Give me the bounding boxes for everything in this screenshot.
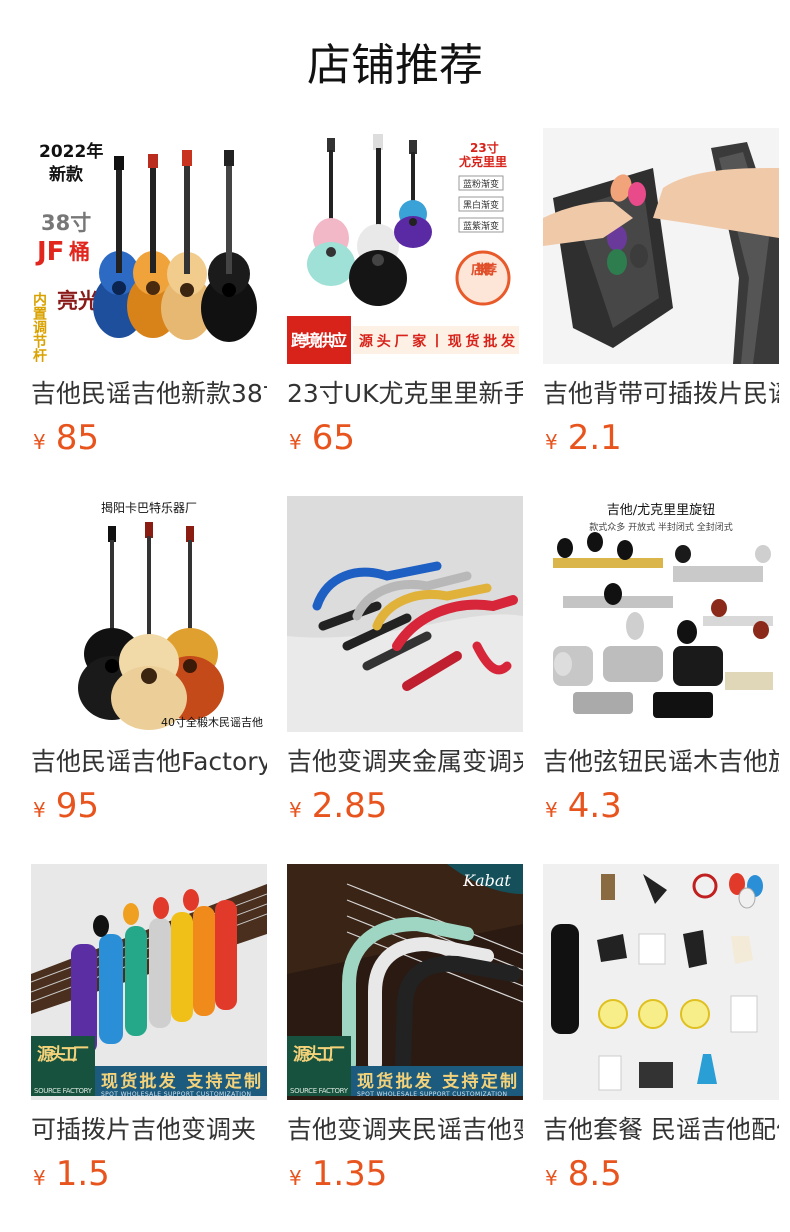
- price-value: 4.3: [567, 786, 622, 826]
- product-card[interactable]: Kabat 源头工厂 SOURCE FACTORY 现货批发 支持定制 SPOT…: [287, 864, 523, 1204]
- product-card[interactable]: 吉他变调夹金属变调夹 ¥2.85: [287, 496, 523, 836]
- product-card[interactable]: 吉他/尤克里里旋钮 款式众多 开放式 半封闭式 全封闭式 吉他弦钮民谣木吉他 ¥…: [543, 496, 779, 836]
- product-name[interactable]: 23寸UK尤克里里新手入门: [287, 376, 523, 412]
- currency-symbol: ¥: [289, 1166, 302, 1190]
- currency-symbol: ¥: [289, 798, 302, 822]
- product-card[interactable]: 源头工厂 SOURCE FACTORY 现货批发 支持定制 SPOT WHOLE…: [31, 864, 267, 1204]
- currency-symbol: ¥: [289, 430, 302, 454]
- image-caption: 40寸全椴木民谣吉他: [161, 715, 263, 729]
- product-card[interactable]: 吉他套餐 民谣吉他配件 ¥8.5: [543, 864, 779, 1204]
- image-banner-sub: SPOT WHOLESALE SUPPORT CUSTOMIZATION: [101, 1091, 251, 1098]
- product-card[interactable]: 23寸 尤克里里 蓝粉渐变 黑白渐变 蓝紫渐变 店长推荐 跨境供应 源头厂家丨现…: [287, 128, 523, 468]
- product-name[interactable]: 可插拨片吉他变调夹: [31, 1112, 267, 1148]
- currency-symbol: ¥: [33, 1166, 46, 1190]
- image-corner-sub: SOURCE FACTORY: [34, 1087, 93, 1095]
- product-price: ¥2.1: [545, 416, 622, 460]
- image-corner-badge: 源头工厂: [293, 1044, 345, 1065]
- product-price: ¥4.3: [545, 784, 622, 828]
- product-price: ¥95: [33, 784, 99, 828]
- image-banner-right: 源头厂家丨现货批发: [359, 333, 516, 350]
- product-name[interactable]: 吉他变调夹金属变调夹: [287, 744, 523, 780]
- product-name[interactable]: 吉他套餐 民谣吉他配件: [543, 1112, 779, 1148]
- product-price: ¥1.35: [289, 1152, 387, 1196]
- currency-symbol: ¥: [33, 798, 46, 822]
- price-value: 95: [55, 786, 99, 826]
- price-value: 1.5: [55, 1154, 110, 1194]
- image-seal: 店长推荐: [471, 262, 497, 278]
- product-price: ¥65: [289, 416, 355, 460]
- image-banner: 现货批发 支持定制: [357, 1071, 517, 1092]
- image-tag-2: 新款: [49, 164, 84, 185]
- image-option-1: 蓝粉渐变: [463, 178, 499, 190]
- image-side-text: 内置调节杆: [31, 291, 47, 363]
- currency-symbol: ¥: [545, 798, 558, 822]
- price-value: 65: [311, 418, 355, 458]
- page-title: 店铺推荐: [307, 40, 483, 91]
- image-corner-badge: 源头工厂: [37, 1044, 89, 1065]
- product-price: ¥1.5: [33, 1152, 110, 1196]
- product-image[interactable]: 揭阳卡巴特乐器厂 40寸全椴木民谣吉他: [31, 496, 267, 732]
- product-name[interactable]: 吉他民谣吉他Factory: [31, 744, 267, 780]
- product-price: ¥8.5: [545, 1152, 622, 1196]
- product-price: ¥2.85: [289, 784, 387, 828]
- image-size: 23寸: [470, 140, 499, 155]
- image-title: 吉他/尤克里里旋钮: [607, 503, 715, 518]
- product-name[interactable]: 吉他弦钮民谣木吉他旋钮: [543, 744, 779, 780]
- product-card[interactable]: 揭阳卡巴特乐器厂 40寸全椴木民谣吉他 吉他民谣吉他Factory ¥ 95: [31, 496, 267, 836]
- image-banner-sub: SPOT WHOLESALE SUPPORT CUSTOMIZATION: [357, 1091, 507, 1098]
- product-image[interactable]: 源头工厂 SOURCE FACTORY 现货批发 支持定制 SPOT WHOLE…: [31, 864, 267, 1100]
- image-banner-left: 跨境供应: [291, 331, 347, 350]
- image-shine: 亮光: [57, 289, 99, 313]
- product-image[interactable]: [543, 128, 779, 364]
- product-image[interactable]: 2022年 新款 38寸 JF 桶 内置调节杆 亮光: [31, 128, 267, 364]
- product-image[interactable]: 23寸 尤克里里 蓝粉渐变 黑白渐变 蓝紫渐变 店长推荐 跨境供应 源头厂家丨现…: [287, 128, 523, 364]
- price-value: 2.85: [311, 786, 388, 826]
- image-size: 38寸: [41, 211, 91, 235]
- price-value: 1.35: [311, 1154, 388, 1194]
- product-name[interactable]: 吉他民谣吉他新款38寸JF桶内置调节杆亮光: [31, 376, 267, 412]
- product-card[interactable]: 2022年 新款 38寸 JF 桶 内置调节杆 亮光 吉他民谣吉他新款38 ¥ …: [31, 128, 267, 468]
- product-card[interactable]: 吉他背带可插拨片民谣 ¥2.1: [543, 128, 779, 468]
- product-name[interactable]: 吉他变调夹民谣吉他变调夹: [287, 1112, 523, 1148]
- image-option-3: 蓝紫渐变: [463, 220, 499, 232]
- image-subtitle: 款式众多 开放式 半封闭式 全封闭式: [589, 521, 733, 533]
- price-value: 85: [55, 418, 99, 458]
- currency-symbol: ¥: [545, 1166, 558, 1190]
- product-image[interactable]: [287, 496, 523, 732]
- image-maker: 揭阳卡巴特乐器厂: [101, 500, 197, 515]
- image-model-2: 桶: [69, 240, 90, 264]
- price-value: 2.1: [567, 418, 622, 458]
- product-image[interactable]: 吉他/尤克里里旋钮 款式众多 开放式 半封闭式 全封闭式: [543, 496, 779, 732]
- image-tag: 2022年: [39, 141, 103, 162]
- image-corner-sub: SOURCE FACTORY: [290, 1087, 349, 1095]
- brand-logo: Kabat: [462, 871, 511, 890]
- product-image[interactable]: [543, 864, 779, 1100]
- image-banner: 现货批发 支持定制: [101, 1071, 261, 1092]
- image-option-2: 黑白渐变: [463, 199, 499, 211]
- product-price: ¥85: [33, 416, 99, 460]
- product-image[interactable]: Kabat 源头工厂 SOURCE FACTORY 现货批发 支持定制 SPOT…: [287, 864, 523, 1100]
- image-model: JF: [35, 237, 64, 267]
- image-label: 尤克里里: [459, 154, 507, 169]
- currency-symbol: ¥: [545, 430, 558, 454]
- price-value: 8.5: [567, 1154, 622, 1194]
- product-name[interactable]: 吉他背带可插拨片民谣: [543, 376, 779, 412]
- currency-symbol: ¥: [33, 430, 46, 454]
